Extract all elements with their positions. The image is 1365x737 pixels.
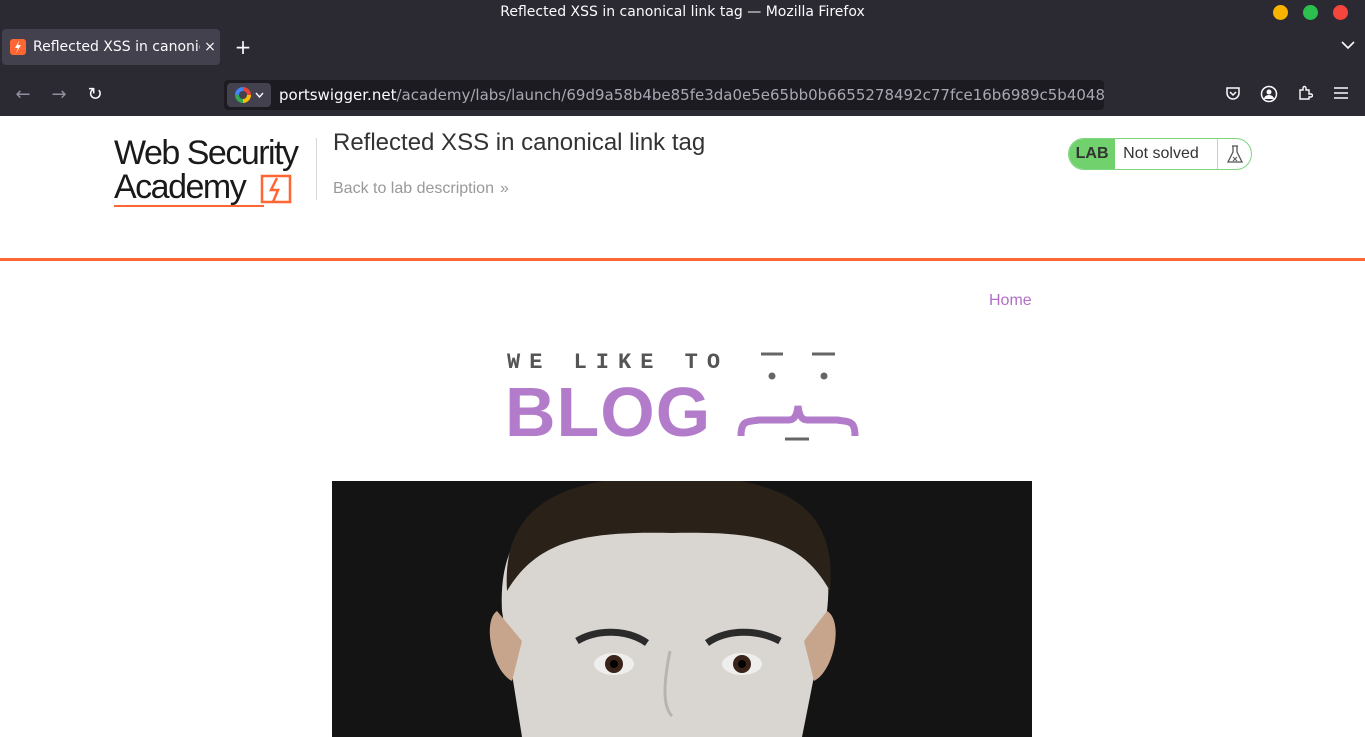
lab-status-text: Not solved: [1123, 145, 1199, 162]
page-content: Web Security Academy Reflected XSS in ca…: [0, 116, 1365, 737]
blog-banner-logo: WE LIKE TO BLOG: [505, 348, 865, 448]
chevron-down-icon: [1341, 41, 1355, 50]
logo-line1: Web Security: [114, 134, 299, 172]
menu-icon[interactable]: [1331, 85, 1351, 105]
header-divider: [316, 138, 317, 200]
logo-line2: Academy: [114, 168, 247, 206]
lab-status-widget: LAB Not solved: [1068, 138, 1252, 170]
url-text[interactable]: portswigger.net/academy/labs/launch/69d9…: [279, 86, 1104, 104]
flask-icon: [1217, 139, 1251, 169]
back-to-lab-description-link[interactable]: Back to lab description »: [333, 180, 509, 198]
reload-button[interactable]: ↻: [84, 84, 106, 106]
search-engine-button[interactable]: [227, 83, 271, 107]
chevron-down-icon: [254, 92, 264, 98]
maximize-button[interactable]: [1303, 5, 1318, 20]
window-title: Reflected XSS in canonical link tag — Mo…: [500, 4, 865, 20]
tab-bar: Reflected XSS in canonical link tag × +: [0, 24, 1365, 74]
extensions-icon[interactable]: [1295, 85, 1315, 105]
close-window-button[interactable]: [1333, 5, 1348, 20]
mime-face-image-icon: [332, 481, 1032, 737]
pocket-icon[interactable]: [1223, 85, 1243, 105]
lightning-favicon-icon: [10, 39, 26, 55]
tab-active[interactable]: Reflected XSS in canonical link tag ×: [2, 29, 220, 65]
url-path: /academy/labs/launch/69d9a58b4be85fe3da0…: [396, 86, 1104, 104]
url-domain: portswigger.net: [279, 86, 397, 104]
back-button[interactable]: ←: [12, 84, 34, 106]
blog-post-image[interactable]: [332, 481, 1032, 737]
lab-status-badge: LAB: [1069, 139, 1116, 169]
blog-banner-tagline: WE LIKE TO: [507, 350, 730, 375]
navigation-toolbar: ← → ↻ portswigger.net/academy/labs/launc…: [0, 74, 1365, 116]
new-tab-button[interactable]: +: [232, 36, 254, 58]
lab-title: Reflected XSS in canonical link tag: [333, 129, 706, 156]
minimize-button[interactable]: [1273, 5, 1288, 20]
face-brace-icon: [737, 352, 859, 441]
lab-header: Web Security Academy Reflected XSS in ca…: [0, 116, 1365, 261]
web-security-academy-logo[interactable]: Web Security Academy: [114, 136, 314, 208]
lightning-logo-icon: [260, 174, 292, 204]
google-icon: [234, 87, 251, 103]
tab-title: Reflected XSS in canonical link tag: [33, 39, 200, 55]
window-titlebar: Reflected XSS in canonical link tag — Mo…: [0, 0, 1365, 24]
account-icon[interactable]: [1259, 85, 1279, 105]
home-nav-link[interactable]: Home: [989, 292, 1032, 310]
forward-button[interactable]: →: [48, 84, 70, 106]
address-bar[interactable]: portswigger.net/academy/labs/launch/69d9…: [224, 80, 1104, 110]
list-all-tabs-button[interactable]: [1341, 38, 1355, 54]
tab-close-icon[interactable]: ×: [200, 39, 220, 55]
double-chevron-right-icon: »: [499, 180, 509, 197]
logo-underline-icon: [114, 205, 264, 207]
blog-banner-title: BLOG: [505, 373, 712, 451]
back-link-label: Back to lab description: [333, 180, 494, 197]
